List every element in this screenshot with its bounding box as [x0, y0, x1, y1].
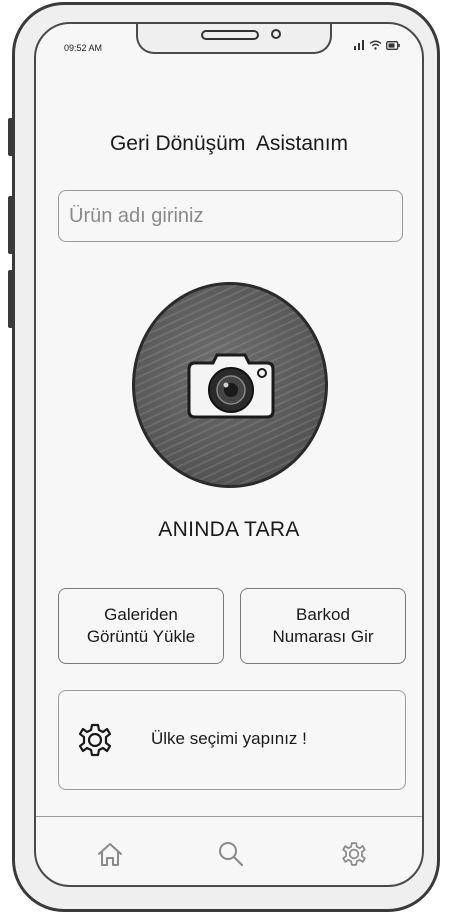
- bottom-nav-divider: [36, 816, 422, 817]
- app-screen: 09:52 AM Geri Dönüşüm Asistanım Ürün adı…: [34, 22, 424, 887]
- country-select-button[interactable]: Ülke seçimi yapınız !: [58, 690, 406, 790]
- home-icon: [98, 843, 122, 866]
- country-select-label: Ülke seçimi yapınız !: [151, 729, 307, 748]
- tab-settings[interactable]: [337, 837, 371, 871]
- status-icons: [353, 40, 400, 50]
- enter-barcode-button[interactable]: Barkod Numarası Gir: [240, 588, 406, 664]
- speaker-icon: [201, 30, 259, 40]
- product-name-input[interactable]: [58, 190, 403, 242]
- upload-from-gallery-button[interactable]: Galeriden Görüntü Yükle: [58, 588, 224, 664]
- camera-icon: [187, 353, 275, 419]
- phone-side-button: [8, 118, 14, 156]
- wifi-icon: [369, 40, 382, 50]
- phone-side-button: [8, 270, 14, 328]
- search-icon: [219, 842, 244, 867]
- phone-side-button: [8, 196, 14, 254]
- phone-notch: [136, 24, 332, 54]
- front-camera-icon: [271, 29, 281, 39]
- battery-icon: [386, 40, 400, 50]
- tab-home[interactable]: [93, 837, 127, 871]
- tab-search[interactable]: [214, 837, 248, 871]
- gear-icon: [78, 723, 112, 757]
- page-title: Geri Dönüşüm Asistanım: [109, 132, 349, 155]
- status-time: 09:52 AM: [64, 43, 103, 53]
- scan-label: ANINDA TARA: [158, 518, 300, 541]
- signal-icon: [354, 40, 364, 50]
- scan-camera-button[interactable]: [132, 282, 328, 488]
- gear-icon: [342, 842, 366, 866]
